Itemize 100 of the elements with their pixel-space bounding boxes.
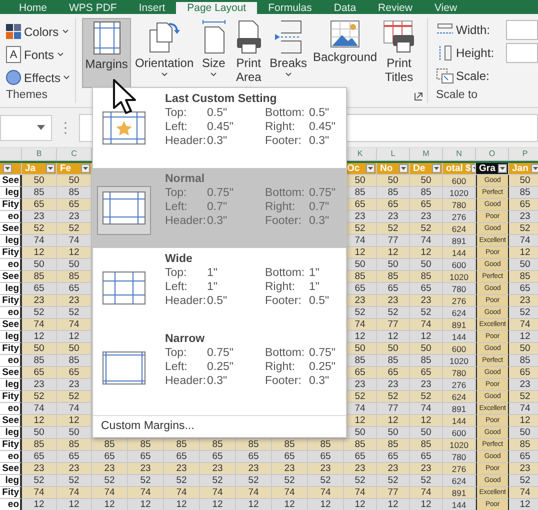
margin-value: 1" bbox=[207, 266, 218, 280]
table-cell: 74 bbox=[344, 235, 377, 247]
table-cell: 12 bbox=[344, 331, 377, 343]
table-cell: 52 bbox=[344, 223, 377, 235]
margin-value: 0.3" bbox=[207, 134, 228, 148]
margin-label: Top: bbox=[165, 346, 188, 360]
table-cell: 891 bbox=[443, 235, 476, 247]
table-cell: 65 bbox=[128, 451, 164, 463]
margin-value: 0.3" bbox=[309, 374, 330, 388]
table-cell: 23 bbox=[377, 211, 410, 223]
margin-value: 0.7" bbox=[309, 200, 330, 214]
table-cell: 52 bbox=[377, 391, 410, 403]
table-cell: 624 bbox=[443, 223, 476, 235]
table-cell: 23 bbox=[344, 211, 377, 223]
header-cell: Ja bbox=[22, 163, 57, 175]
table-cell: 23 bbox=[509, 463, 538, 475]
table-cell: 65 bbox=[410, 283, 443, 295]
table-cell: 23 bbox=[128, 463, 164, 475]
table-cell: leg bbox=[0, 331, 22, 343]
table-cell: 144 bbox=[443, 415, 476, 427]
table-cell: 276 bbox=[443, 295, 476, 307]
table-cell: eo bbox=[0, 259, 22, 271]
table-cell: 85 bbox=[377, 271, 410, 283]
table-cell: 85 bbox=[509, 439, 538, 451]
margin-value: 0.75" bbox=[207, 346, 234, 360]
table-cell: 52 bbox=[410, 391, 443, 403]
table-cell: leg bbox=[0, 235, 22, 247]
margin-value: 0.75" bbox=[207, 186, 234, 200]
table-cell: 65 bbox=[377, 451, 410, 463]
table-cell: 12 bbox=[410, 331, 443, 343]
table-cell: 12 bbox=[57, 415, 92, 427]
table-cell: 50 bbox=[377, 343, 410, 355]
table-cell: 85 bbox=[344, 355, 377, 367]
table-cell: 12 bbox=[509, 415, 538, 427]
table-cell: 52 bbox=[344, 475, 377, 487]
table-cell: Fity bbox=[0, 487, 22, 499]
table-cell: 276 bbox=[443, 463, 476, 475]
table-cell: 65 bbox=[377, 199, 410, 211]
table-cell: 85 bbox=[509, 187, 538, 199]
table-cell: 85 bbox=[344, 187, 377, 199]
table-cell: 50 bbox=[22, 175, 57, 187]
table-cell: 624 bbox=[443, 391, 476, 403]
table-cell: 50 bbox=[377, 259, 410, 271]
table-cell: 50 bbox=[377, 427, 410, 439]
table-cell: 74 bbox=[22, 487, 57, 499]
table-cell: 52 bbox=[509, 475, 538, 487]
table-cell: 624 bbox=[443, 307, 476, 319]
table-cell: 85 bbox=[164, 439, 200, 451]
table-cell: 52 bbox=[200, 475, 236, 487]
margin-label: Left: bbox=[165, 360, 188, 374]
margin-value: 0.5" bbox=[207, 294, 228, 308]
table-cell: 74 bbox=[200, 487, 236, 499]
table-cell: 52 bbox=[272, 475, 308, 487]
table-cell: See bbox=[0, 175, 22, 187]
table-cell: 52 bbox=[164, 475, 200, 487]
table-cell: 12 bbox=[22, 499, 57, 510]
table-cell: 1020 bbox=[443, 271, 476, 283]
table-cell: 50 bbox=[344, 259, 377, 271]
preset-title: Narrow bbox=[165, 332, 206, 346]
table-cell: 23 bbox=[410, 463, 443, 475]
table-cell: See bbox=[0, 319, 22, 331]
table-cell: 85 bbox=[57, 187, 92, 199]
table-cell: 624 bbox=[443, 475, 476, 487]
table-cell: 52 bbox=[92, 475, 128, 487]
table-cell: 23 bbox=[509, 379, 538, 391]
table-cell: 85 bbox=[200, 439, 236, 451]
header-cell: Oc bbox=[344, 163, 377, 175]
table-cell: 85 bbox=[22, 187, 57, 199]
table-cell: 65 bbox=[344, 283, 377, 295]
table-cell: See bbox=[0, 367, 22, 379]
header-cell: No bbox=[377, 163, 410, 175]
table-cell: 50 bbox=[410, 427, 443, 439]
table-cell: 65 bbox=[22, 367, 57, 379]
table-cell: 144 bbox=[443, 247, 476, 259]
table-cell: 12 bbox=[344, 415, 377, 427]
table-cell: 276 bbox=[443, 211, 476, 223]
table-cell: 65 bbox=[200, 451, 236, 463]
table-cell: 85 bbox=[272, 439, 308, 451]
table-cell: 74 bbox=[344, 319, 377, 331]
table-cell: 52 bbox=[410, 475, 443, 487]
table-cell: 23 bbox=[344, 295, 377, 307]
table-cell: 23 bbox=[509, 295, 538, 307]
margin-label: Bottom: bbox=[265, 186, 306, 200]
table-cell: 52 bbox=[344, 391, 377, 403]
table-cell: 52 bbox=[410, 223, 443, 235]
table-cell: 65 bbox=[57, 199, 92, 211]
table-cell: 52 bbox=[57, 391, 92, 403]
table-cell: 52 bbox=[22, 307, 57, 319]
table-cell: 74 bbox=[236, 487, 272, 499]
table-cell: 23 bbox=[200, 463, 236, 475]
margin-label: Header: bbox=[165, 214, 207, 228]
table-cell: 12 bbox=[272, 499, 308, 510]
table-cell: 74 bbox=[410, 403, 443, 415]
table-cell: 52 bbox=[57, 223, 92, 235]
table-cell: 23 bbox=[57, 463, 92, 475]
table-cell: 12 bbox=[377, 247, 410, 259]
table-cell: 85 bbox=[22, 439, 57, 451]
table-cell: 65 bbox=[22, 451, 57, 463]
table-cell: 891 bbox=[443, 403, 476, 415]
table-cell: 50 bbox=[410, 175, 443, 187]
